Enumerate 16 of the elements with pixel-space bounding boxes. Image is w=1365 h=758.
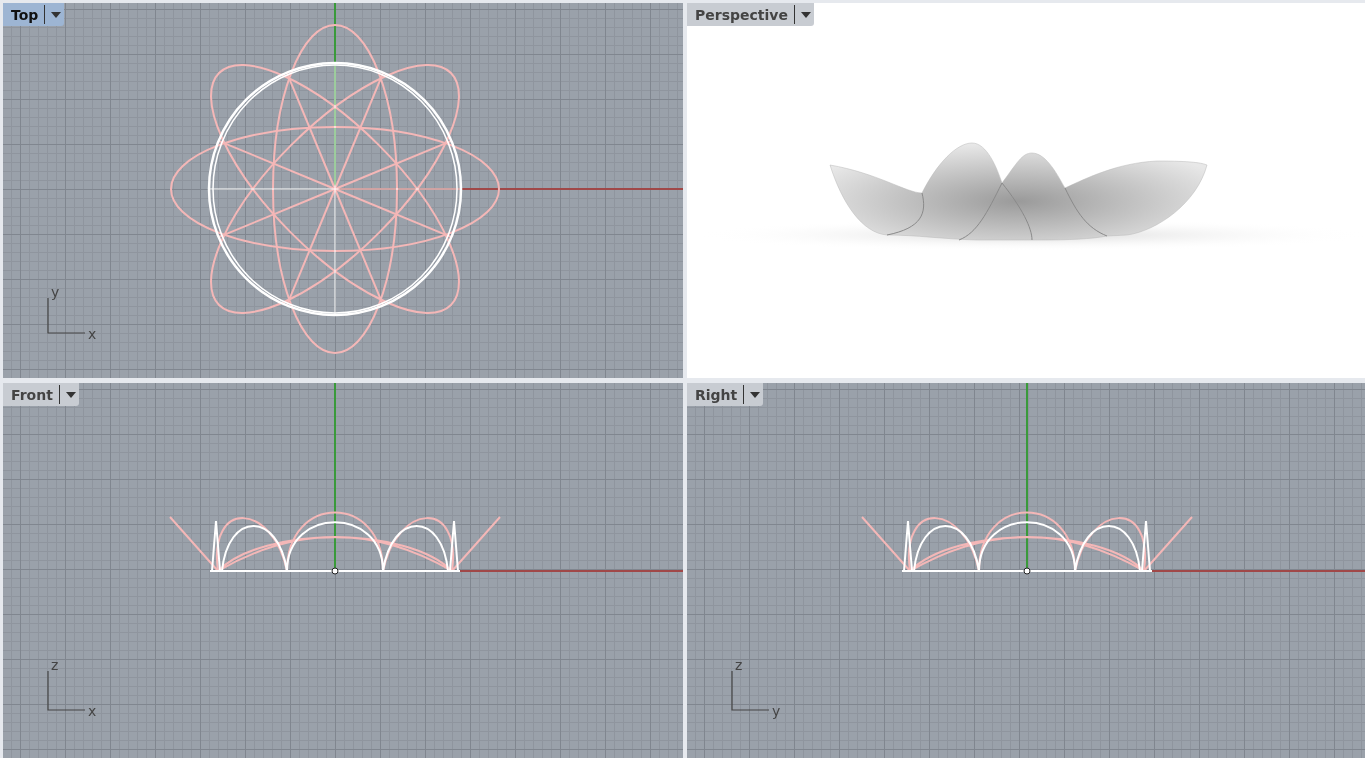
caret-icon xyxy=(65,391,76,398)
axis-triad-icon xyxy=(47,670,86,711)
viewport-tab[interactable]: Right xyxy=(687,383,764,406)
axis-label: z xyxy=(735,658,743,672)
viewport-tab[interactable]: Perspective xyxy=(687,3,814,26)
axis-label: z xyxy=(51,658,59,672)
axis-triad-icon xyxy=(731,670,770,711)
axis-label: x xyxy=(88,327,97,341)
viewport-tab[interactable]: Front xyxy=(3,383,79,406)
caret-icon xyxy=(51,11,62,18)
caret-icon xyxy=(800,11,811,18)
viewport-tab[interactable]: Top xyxy=(3,3,65,26)
axis-label: x xyxy=(88,704,97,718)
caret-icon xyxy=(750,391,761,398)
axis-label: y xyxy=(772,704,781,718)
axis-label: y xyxy=(51,285,60,299)
